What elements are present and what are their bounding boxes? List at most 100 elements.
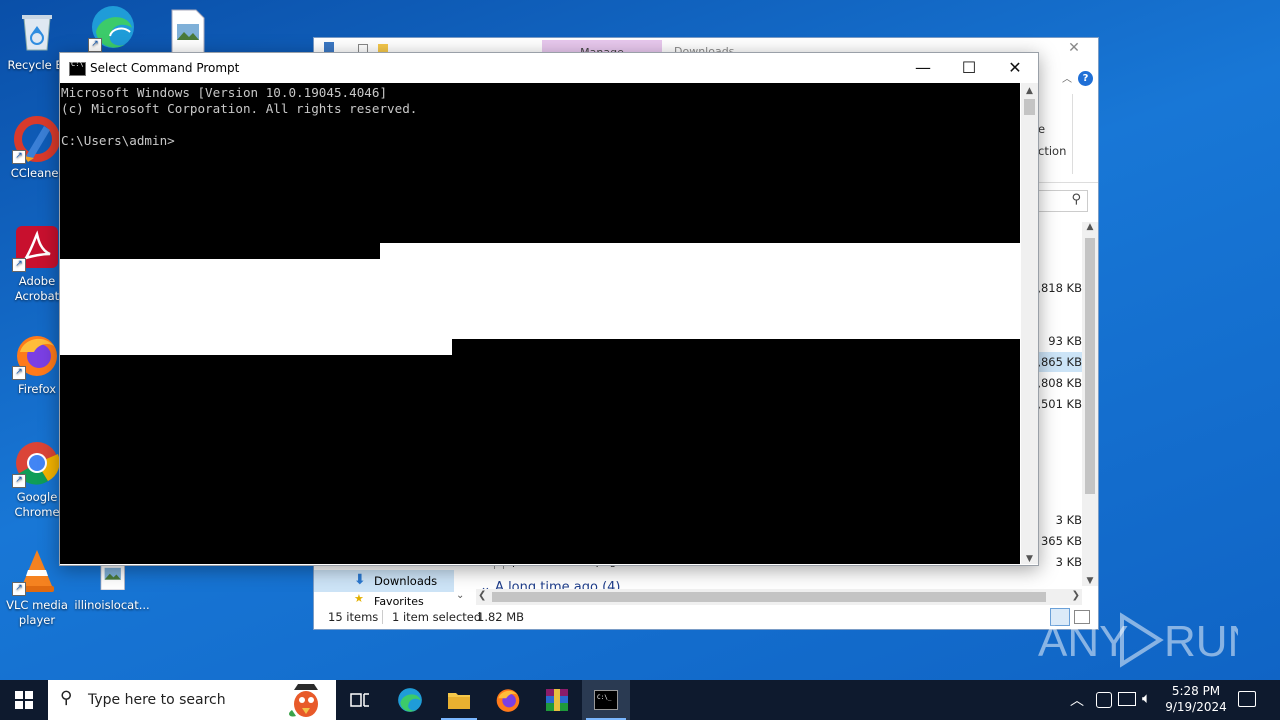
file-size: 3 KB: [1055, 555, 1082, 569]
winrar-icon: [546, 689, 568, 711]
status-selected: 1 item selected: [392, 610, 482, 624]
taskbar-firefox[interactable]: [484, 680, 532, 720]
clock-date: 9/19/2024: [1165, 700, 1227, 714]
recycle-bin-icon: [14, 8, 60, 54]
explorer-vertical-scrollbar[interactable]: ▲ ▼: [1082, 222, 1098, 586]
scroll-up-arrow-icon[interactable]: ▲: [1082, 222, 1098, 232]
ribbon-collapse-icon[interactable]: ︿: [1062, 70, 1072, 85]
scroll-up-arrow-icon[interactable]: ▲: [1021, 83, 1038, 99]
anyrun-logo-icon: ANY RUN: [1038, 612, 1259, 668]
console-output[interactable]: Microsoft Windows [Version 10.0.19045.40…: [60, 83, 1020, 564]
volume-icon[interactable]: 🔈︎: [1142, 689, 1151, 707]
nav-scroll-down-icon[interactable]: ⌄: [456, 590, 464, 601]
file-size: 3 KB: [1055, 513, 1082, 527]
ribbon-label: ction: [1038, 144, 1067, 158]
scrollbar-thumb[interactable]: [1024, 99, 1035, 115]
taskbar-file-explorer[interactable]: [435, 680, 483, 720]
minimize-button[interactable]: —: [900, 53, 946, 83]
shortcut-arrow-icon: ↗: [12, 474, 26, 488]
status-size: 1.82 MB: [477, 610, 525, 624]
desktop-icon-image-file-top[interactable]: [150, 8, 224, 58]
nav-item-downloads[interactable]: ⬇ Downloads: [314, 570, 454, 592]
search-input[interactable]: ⚲: [1038, 190, 1088, 212]
status-item-count: 15 items: [328, 610, 379, 624]
search-icon: ⚲: [1071, 192, 1081, 207]
taskbar-winrar[interactable]: [533, 680, 581, 720]
shortcut-arrow-icon: ↗: [12, 150, 26, 164]
explorer-horizontal-scrollbar[interactable]: ❮ ❯: [476, 589, 1082, 605]
cmd-titlebar[interactable]: C:\ Select Command Prompt — ☐ ✕: [60, 53, 1038, 83]
nav-label: Downloads: [374, 574, 438, 588]
taskbar-command-prompt[interactable]: C:\_: [582, 680, 630, 720]
taskbar-search-box[interactable]: ⚲ Type here to search: [48, 680, 336, 720]
image-file-icon: [164, 8, 210, 55]
desktop-icon-label: player: [18, 613, 56, 627]
task-view-button[interactable]: [336, 680, 384, 720]
downloads-arrow-icon: ⬇: [354, 572, 366, 588]
scroll-left-arrow-icon[interactable]: ❮: [478, 590, 486, 601]
explorer-close-button[interactable]: ✕: [1064, 40, 1084, 56]
network-icon[interactable]: [1118, 692, 1136, 706]
scrollbar-thumb[interactable]: [492, 592, 1046, 602]
anyrun-watermark: ANY RUN: [1038, 608, 1259, 672]
quick-access-icon[interactable]: [324, 42, 334, 52]
ribbon-text-partial: e ction: [1038, 122, 1066, 158]
file-size: 93 KB: [1048, 334, 1082, 348]
selection-highlight: [60, 259, 1020, 339]
scroll-right-arrow-icon[interactable]: ❯: [1072, 590, 1080, 601]
task-view-icon: [350, 693, 369, 707]
svg-text:ANY: ANY: [1038, 617, 1128, 666]
vlc-icon: ↗: [12, 548, 60, 596]
file-size: 365 KB: [1040, 534, 1082, 548]
notification-center-icon[interactable]: [1238, 691, 1256, 707]
explorer-titlebar: Manage Downloads ✕: [314, 38, 1098, 58]
command-prompt-window[interactable]: C:\ Select Command Prompt — ☐ ✕ Microsof…: [59, 52, 1039, 566]
taskbar: ⚲ Type here to search C:\_ ︿ 🔈︎ 5:28 PM …: [0, 680, 1280, 720]
desktop-icon-label: VLC media: [6, 598, 68, 612]
edge-icon: [398, 688, 422, 712]
maximize-button[interactable]: ☐: [946, 53, 992, 83]
close-button[interactable]: ✕: [992, 53, 1038, 83]
ribbon-label: e: [1038, 122, 1046, 136]
help-icon[interactable]: ?: [1078, 71, 1093, 86]
ccleaner-icon: ↗: [12, 116, 60, 164]
cmd-title: Select Command Prompt: [90, 61, 240, 75]
nav-label: Favorites: [374, 595, 424, 606]
edge-icon: ↗: [88, 4, 136, 52]
search-icon: ⚲: [60, 688, 73, 708]
status-bar: 15 items 1 item selected 1.82 MB: [314, 608, 1098, 628]
start-button[interactable]: [0, 680, 48, 720]
clock[interactable]: 5:28 PM 9/19/2024: [1164, 683, 1228, 715]
shortcut-arrow-icon: ↗: [12, 258, 26, 272]
desktop-icon-edge[interactable]: ↗: [76, 4, 150, 54]
star-icon: ★: [354, 594, 364, 605]
cmd-vertical-scrollbar[interactable]: ▲ ▼: [1021, 83, 1038, 564]
console-line: (c) Microsoft Corporation. All rights re…: [61, 101, 418, 116]
search-placeholder: Type here to search: [88, 692, 226, 708]
shortcut-arrow-icon: ↗: [12, 366, 26, 380]
folder-icon: [448, 693, 470, 709]
folder-icon[interactable]: [378, 44, 388, 52]
scrollbar-thumb[interactable]: [1085, 238, 1095, 494]
windows-logo-icon: [15, 691, 33, 709]
console-prompt: C:\Users\admin>: [61, 133, 175, 148]
taskbar-edge[interactable]: [386, 680, 434, 720]
adobe-acrobat-icon: ↗: [12, 224, 60, 272]
cmd-app-icon: C:\: [69, 60, 86, 76]
firefox-icon: [496, 689, 520, 712]
search-highlight-mascot-icon: [289, 684, 318, 717]
chrome-icon: ↗: [12, 440, 60, 488]
firefox-icon: ↗: [12, 332, 60, 380]
desktop-icon-label: illinoislocat...: [74, 598, 150, 612]
network-meeting-icon[interactable]: [1096, 692, 1112, 708]
clock-time: 5:28 PM: [1171, 684, 1221, 698]
shortcut-arrow-icon: ↗: [12, 582, 26, 596]
status-separator: [382, 610, 383, 624]
scroll-down-arrow-icon[interactable]: ▼: [1082, 576, 1098, 586]
selection-highlight: [380, 243, 1020, 259]
show-hidden-icons-button[interactable]: ︿: [1070, 690, 1084, 710]
console-line: Microsoft Windows [Version 10.0.19045.40…: [61, 85, 388, 100]
scroll-down-arrow-icon[interactable]: ▼: [1021, 554, 1038, 564]
nav-item-favorites[interactable]: ★ Favorites: [314, 594, 454, 606]
